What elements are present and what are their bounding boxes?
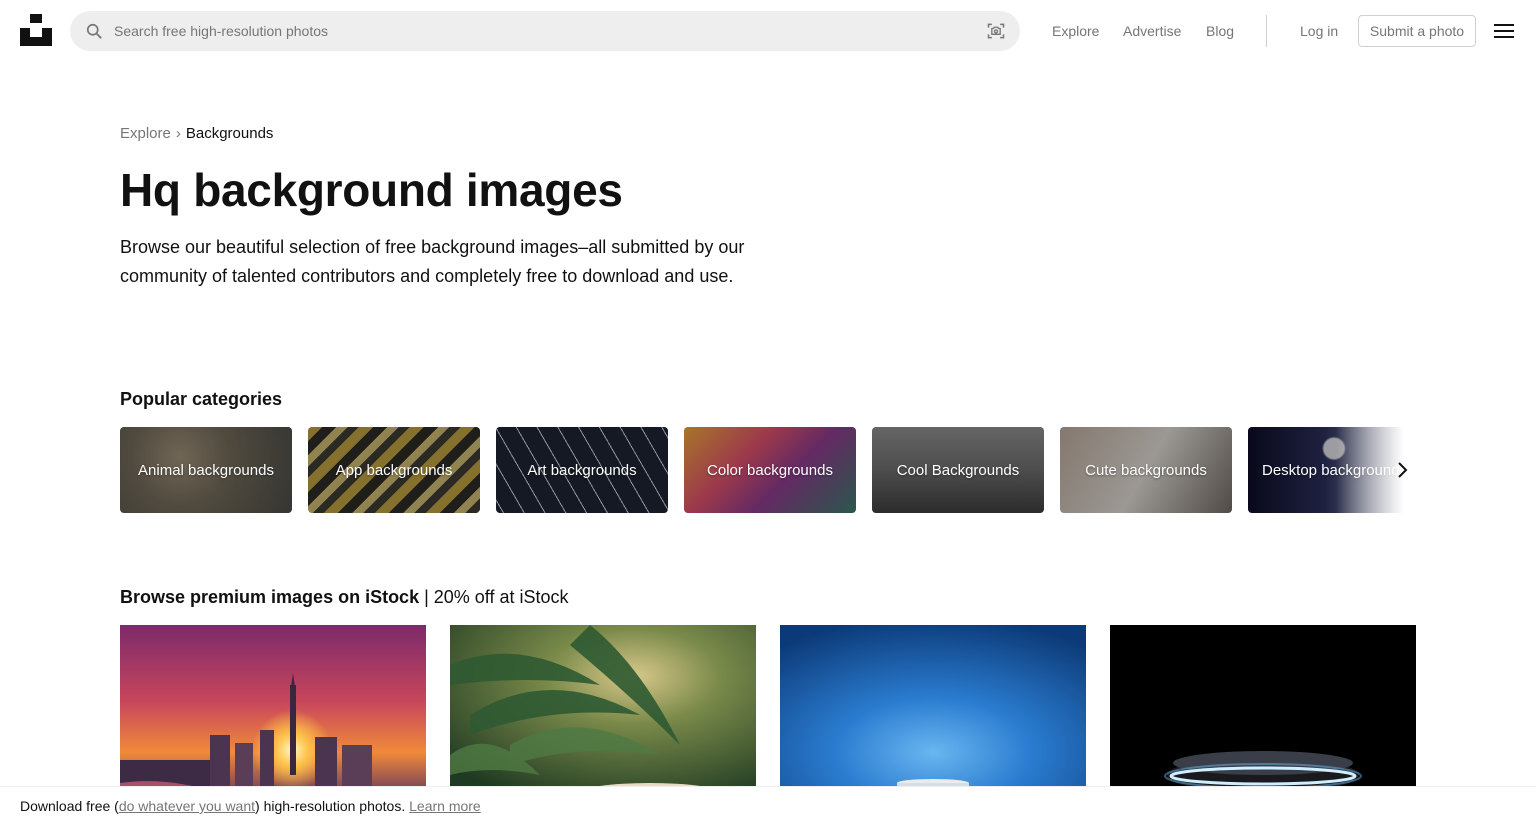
- istock-image-blue-podium[interactable]: [780, 625, 1086, 795]
- category-label: Art backgrounds: [527, 461, 637, 479]
- istock-heading-bold[interactable]: Browse premium images on iStock: [120, 587, 419, 607]
- istock-heading-rest: | 20% off at iStock: [419, 587, 569, 607]
- category-card-color[interactable]: Color backgrounds: [684, 427, 856, 513]
- learn-more-link[interactable]: Learn more: [409, 798, 481, 814]
- breadcrumb-current: Backgrounds: [185, 125, 274, 142]
- istock-image-leaves-podium[interactable]: [450, 625, 756, 795]
- nav-blog-link[interactable]: Blog: [1206, 22, 1234, 40]
- nav-explore-link[interactable]: Explore: [1052, 22, 1099, 40]
- breadcrumb-separator: ›: [175, 125, 181, 142]
- page-description: Browse our beautiful selection of free b…: [120, 237, 745, 286]
- popular-categories-heading: Popular categories: [120, 389, 283, 409]
- istock-heading: Browse premium images on iStock | 20% of…: [120, 586, 569, 608]
- breadcrumb-explore-link[interactable]: Explore: [120, 125, 171, 142]
- search-bar[interactable]: [70, 11, 1020, 51]
- nav-divider: [1266, 15, 1267, 47]
- unsplash-logo-icon[interactable]: [20, 14, 52, 46]
- category-label: Animal backgrounds: [138, 461, 274, 479]
- license-banner: Download free (do whatever you want) hig…: [0, 786, 1536, 824]
- search-input[interactable]: [114, 11, 974, 51]
- category-card-cool[interactable]: Cool Backgrounds: [872, 427, 1044, 513]
- visual-search-icon[interactable]: [986, 21, 1006, 41]
- search-icon[interactable]: [84, 21, 104, 41]
- category-label: Cool Backgrounds: [896, 461, 1020, 479]
- category-card-animal[interactable]: Animal backgrounds: [120, 427, 292, 513]
- login-link[interactable]: Log in: [1300, 22, 1338, 40]
- category-label: Cute backgrounds: [1085, 461, 1207, 479]
- top-header: Explore Advertise Blog Log in Submit a p…: [0, 0, 1536, 62]
- category-label: App backgrounds: [335, 461, 453, 479]
- hamburger-menu-icon[interactable]: [1493, 22, 1515, 40]
- istock-image-dark-podium[interactable]: [1110, 625, 1416, 795]
- category-label: Color backgrounds: [707, 461, 833, 479]
- breadcrumb: Explore › Backgrounds: [120, 125, 273, 143]
- istock-image-sunset-city[interactable]: [120, 625, 426, 795]
- license-text: Download free (do whatever you want) hig…: [20, 798, 481, 814]
- category-card-art[interactable]: Art backgrounds: [496, 427, 668, 513]
- page-title: Hq background images: [120, 164, 623, 216]
- category-card-app[interactable]: App backgrounds: [308, 427, 480, 513]
- nav-advertise-link[interactable]: Advertise: [1123, 22, 1181, 40]
- category-card-cute[interactable]: Cute backgrounds: [1060, 427, 1232, 513]
- submit-photo-button[interactable]: Submit a photo: [1358, 15, 1476, 47]
- chevron-right-icon[interactable]: [1392, 460, 1412, 480]
- category-carousel: Animal backgrounds App backgrounds Art b…: [120, 427, 1416, 513]
- license-link[interactable]: do whatever you want: [119, 798, 255, 814]
